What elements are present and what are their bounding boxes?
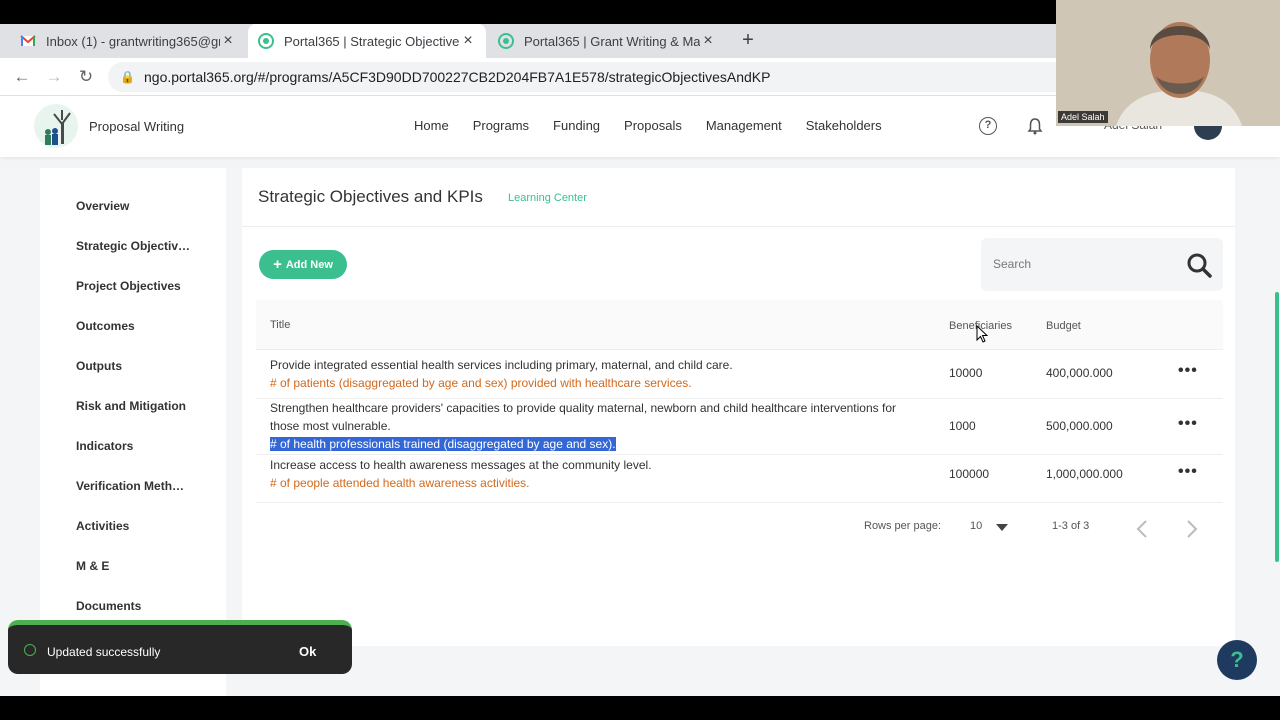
menu-programs[interactable]: Programs — [473, 118, 529, 133]
kpi-text: # of people attended health awareness ac… — [270, 476, 530, 490]
table-header: Title Beneficiaries Budget — [256, 300, 1223, 350]
table-row[interactable]: Strengthen healthcare providers' capacit… — [256, 399, 1223, 455]
objective-text: Provide integrated essential health serv… — [270, 358, 733, 372]
learning-center-link[interactable]: Learning Center — [508, 192, 587, 204]
back-icon[interactable]: ← — [12, 67, 32, 87]
sidebar-item-documents[interactable]: Documents — [76, 599, 141, 613]
budget-cell: 400,000.000 — [1046, 366, 1113, 380]
chevron-left-icon[interactable] — [1135, 519, 1149, 539]
objective-text: Strengthen healthcare providers' capacit… — [270, 401, 896, 433]
lock-icon: 🔒 — [120, 70, 135, 84]
app: Proposal Writing Home Programs Funding P… — [0, 96, 1280, 696]
tab-title: Inbox (1) - grantwriting365@gm… — [46, 33, 220, 49]
page-title: Strategic Objectives and KPIs — [258, 187, 483, 206]
help-circle-icon[interactable]: ? — [979, 117, 997, 135]
url-field[interactable]: 🔒 ngo.portal365.org/#/programs/A5CF3D90D… — [108, 62, 1068, 92]
toast-message: Updated successfully — [47, 645, 161, 659]
presenter-video — [1056, 0, 1280, 126]
browser-tab-gmail[interactable]: Inbox (1) - grantwriting365@gm… × — [10, 24, 246, 58]
column-budget[interactable]: Budget — [1046, 320, 1081, 332]
search-input[interactable]: Search — [993, 257, 1031, 271]
portal-icon — [258, 33, 274, 49]
rows-per-page-label: Rows per page: — [864, 520, 942, 532]
browser-tab-grant[interactable]: Portal365 | Grant Writing & Mana × — [488, 24, 726, 58]
search-icon[interactable] — [1186, 252, 1212, 278]
table-row[interactable]: Provide integrated essential health serv… — [256, 351, 1223, 399]
row-title-cell: Increase access to health awareness mess… — [270, 456, 920, 492]
row-title-cell: Provide integrated essential health serv… — [270, 356, 920, 392]
screen: Inbox (1) - grantwriting365@gm… × Portal… — [0, 0, 1280, 720]
card-header: Strategic Objectives and KPIs Learning C… — [242, 168, 1235, 227]
bell-icon[interactable] — [1026, 117, 1044, 135]
sidebar-item-verification-methods[interactable]: Verification Meth… — [76, 479, 184, 493]
menu-management[interactable]: Management — [706, 118, 782, 133]
objective-text: Increase access to health awareness mess… — [270, 458, 652, 472]
reload-icon[interactable]: ↻ — [76, 67, 96, 87]
budget-cell: 1,000,000.000 — [1046, 467, 1123, 481]
sidebar-item-overview[interactable]: Overview — [76, 199, 129, 213]
check-circle-icon — [24, 644, 36, 656]
gmail-icon — [20, 35, 36, 46]
webcam-overlay: Adel Salah — [1056, 0, 1280, 126]
close-icon[interactable]: × — [460, 32, 476, 50]
add-new-button[interactable]: + Add New — [259, 250, 347, 279]
sidebar-item-m-and-e[interactable]: M & E — [76, 559, 109, 573]
help-chat-button[interactable]: ? — [1217, 640, 1257, 680]
brand-name: Proposal Writing — [89, 119, 185, 134]
beneficiaries-cell: 100000 — [949, 467, 990, 481]
close-icon[interactable]: × — [700, 32, 716, 50]
beneficiaries-cell: 10000 — [949, 366, 983, 380]
sidebar: Overview Strategic Objectiv… Project Obj… — [40, 168, 226, 696]
portal-icon — [498, 33, 514, 49]
row-title-cell: Strengthen healthcare providers' capacit… — [270, 399, 920, 453]
more-options-icon[interactable]: ••• — [1178, 463, 1198, 481]
kpi-text: # of health professionals trained (disag… — [270, 437, 616, 451]
budget-cell: 500,000.000 — [1046, 419, 1113, 433]
webcam-label: Adel Salah — [1058, 111, 1108, 123]
close-icon[interactable]: × — [220, 32, 236, 50]
bottom-bar — [0, 696, 1280, 720]
chevron-down-icon[interactable] — [994, 523, 1010, 533]
scrollbar[interactable] — [1275, 292, 1279, 562]
browser-tab-strategic[interactable]: Portal365 | Strategic Objectives a × — [248, 24, 486, 58]
url-text: ngo.portal365.org/#/programs/A5CF3D90DD7… — [144, 69, 771, 85]
sidebar-item-strategic-objectives[interactable]: Strategic Objectiv… — [76, 239, 190, 253]
column-title[interactable]: Title — [270, 319, 290, 331]
mouse-cursor-icon — [976, 325, 988, 343]
main-card: Strategic Objectives and KPIs Learning C… — [242, 168, 1235, 646]
tree-logo-icon — [45, 110, 71, 145]
chevron-right-icon[interactable] — [1185, 519, 1199, 539]
pagination-range: 1-3 of 3 — [1052, 520, 1090, 532]
search-box[interactable]: Search — [981, 238, 1223, 291]
tab-title: Portal365 | Grant Writing & Mana — [524, 33, 700, 49]
sidebar-item-outputs[interactable]: Outputs — [76, 359, 122, 373]
sidebar-item-indicators[interactable]: Indicators — [76, 439, 133, 453]
brand-logo[interactable] — [34, 104, 78, 148]
menu-home[interactable]: Home — [414, 118, 449, 133]
add-new-label: Add New — [285, 258, 333, 271]
kpi-text: # of patients (disaggregated by age and … — [270, 376, 692, 390]
more-options-icon[interactable]: ••• — [1178, 362, 1198, 380]
table-row[interactable]: Increase access to health awareness mess… — [256, 455, 1223, 503]
menu-funding[interactable]: Funding — [553, 118, 600, 133]
plus-icon: + — [273, 255, 282, 273]
rows-per-page-select[interactable]: 10 — [970, 520, 982, 532]
beneficiaries-cell: 1000 — [949, 419, 976, 433]
forward-icon[interactable]: → — [44, 67, 64, 87]
sidebar-item-outcomes[interactable]: Outcomes — [76, 319, 135, 333]
new-tab-icon[interactable]: + — [738, 30, 758, 50]
toast-ok-button[interactable]: Ok — [299, 644, 316, 659]
success-toast: Updated successfully Ok — [8, 620, 352, 674]
menu-proposals[interactable]: Proposals — [624, 118, 682, 133]
tab-title: Portal365 | Strategic Objectives a — [284, 33, 460, 49]
sidebar-item-activities[interactable]: Activities — [76, 519, 129, 533]
sidebar-item-project-objectives[interactable]: Project Objectives — [76, 279, 181, 293]
more-options-icon[interactable]: ••• — [1178, 415, 1198, 433]
menu-stakeholders[interactable]: Stakeholders — [806, 118, 882, 133]
sidebar-item-risk-mitigation[interactable]: Risk and Mitigation — [76, 399, 186, 413]
main-menu: Home Programs Funding Proposals Manageme… — [414, 118, 882, 133]
